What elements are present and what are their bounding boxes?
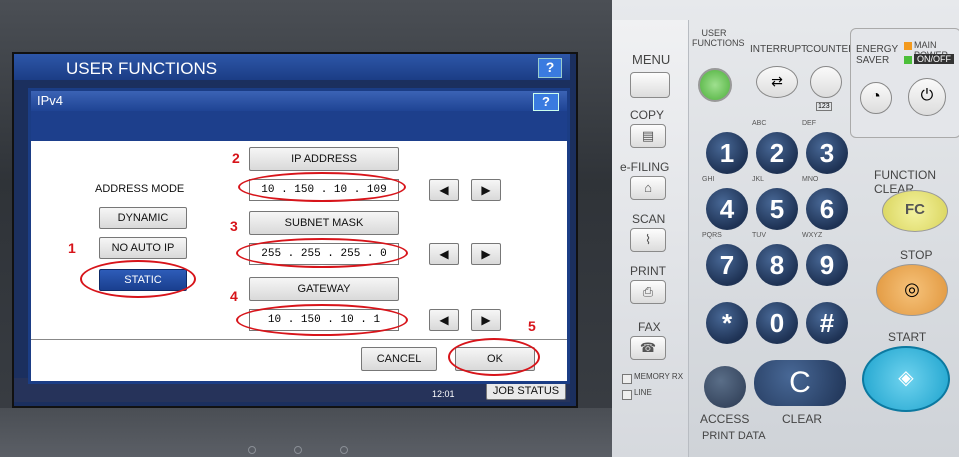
start-label: START (888, 330, 927, 344)
ip-address-right-button[interactable]: ▶ (471, 179, 501, 201)
clear-label: CLEAR (782, 412, 823, 426)
keypad-key[interactable]: * (706, 302, 748, 344)
subnet-mask-right-button[interactable]: ▶ (471, 243, 501, 265)
key-letters-label: MNO (802, 176, 819, 183)
key-letters-label: TUV (752, 232, 766, 239)
dialog-titlebar: IPv4 ? (31, 91, 567, 111)
key-letters-label: GHI (702, 176, 715, 183)
address-mode-label: ADDRESS MODE (95, 183, 185, 195)
line-led (622, 390, 632, 400)
power-button[interactable]: ⏻ (908, 78, 946, 116)
indicator-dot (340, 446, 348, 454)
memory-rx-led (622, 374, 632, 384)
key-letters-label: JKL (752, 176, 765, 183)
on-off-label: ON/OFF (914, 54, 954, 64)
function-clear-button[interactable]: FC (882, 190, 948, 232)
line-label: LINE (634, 388, 652, 397)
annotation-number-2: 2 (232, 150, 240, 166)
keypad-key[interactable]: 1 (706, 132, 748, 174)
key-letters-label: PQRS (702, 232, 722, 239)
keypad-key[interactable]: 9 (806, 244, 848, 286)
indicator-dot (294, 446, 302, 454)
access-button[interactable] (704, 366, 746, 408)
annotation-number-4: 4 (230, 288, 238, 304)
print-data-label: PRINT DATA (702, 430, 766, 442)
menu-label: MENU (632, 52, 671, 67)
stop-label: STOP (900, 248, 933, 262)
energy-saver-button[interactable]: ◔ (860, 82, 892, 114)
access-label: ACCESS (700, 412, 750, 426)
user-functions-title: USER FUNCTIONS (66, 59, 218, 78)
fax-label: FAX (638, 320, 661, 334)
menu-button[interactable] (630, 72, 670, 98)
keypad-key[interactable]: 5 (756, 188, 798, 230)
dynamic-button[interactable]: DYNAMIC (99, 207, 187, 229)
job-status-button[interactable]: JOB STATUS (486, 382, 566, 400)
ip-address-button[interactable]: IP ADDRESS (249, 147, 399, 171)
annotation-number-5: 5 (528, 318, 536, 334)
dialog-title: IPv4 (37, 93, 64, 108)
interrupt-button[interactable]: ⇄ (756, 66, 798, 98)
gateway-left-button[interactable]: ◀ (429, 309, 459, 331)
annotation-ip-ellipse (238, 172, 406, 202)
fax-button[interactable]: ☎ (630, 336, 666, 360)
stop-button[interactable]: ◎ (876, 264, 948, 316)
user-functions-button[interactable] (698, 68, 732, 102)
indicator-dot (248, 446, 256, 454)
on-off-led (904, 56, 912, 64)
print-label: PRINT (630, 264, 666, 278)
scan-button[interactable]: ⌇ (630, 228, 666, 252)
bezel-bottom (0, 408, 612, 457)
annotation-number-3: 3 (230, 218, 238, 234)
memory-rx-label: MEMORY RX (634, 372, 684, 381)
keypad-key[interactable]: # (806, 302, 848, 344)
annotation-number-1: 1 (68, 240, 76, 256)
interrupt-label: INTERRUPT (750, 44, 808, 55)
user-functions-label: USER FUNCTIONS (692, 28, 745, 48)
key-letters-label: ABC (752, 120, 767, 127)
control-panel: MENU COPY ▤ e-FILING ⌂ SCAN ⌇ PRINT ⎙ FA… (612, 0, 959, 457)
key-letters-label: WXYZ (802, 232, 823, 239)
subnet-mask-left-button[interactable]: ◀ (429, 243, 459, 265)
counter-label: COUNTER (806, 44, 856, 55)
ip-address-left-button[interactable]: ◀ (429, 179, 459, 201)
energy-saver-label: ENERGY SAVER (856, 44, 899, 66)
help-button[interactable]: ? (538, 58, 562, 78)
keypad-key[interactable]: 3 (806, 132, 848, 174)
efiling-button[interactable]: ⌂ (630, 176, 666, 200)
subnet-mask-button[interactable]: SUBNET MASK (249, 211, 399, 235)
scan-label: SCAN (632, 212, 666, 226)
annotation-static-ellipse (80, 260, 196, 298)
dialog-help-button[interactable]: ? (533, 93, 559, 111)
key-letters-label: DEF (802, 120, 816, 127)
keypad-key[interactable]: 7 (706, 244, 748, 286)
keypad-key[interactable]: 0 (756, 302, 798, 344)
annotation-ok-ellipse (448, 338, 540, 376)
status-time: 12:01 (432, 389, 455, 399)
keypad-key[interactable]: 8 (756, 244, 798, 286)
gateway-right-button[interactable]: ▶ (471, 309, 501, 331)
keypad-key[interactable]: 2 (756, 132, 798, 174)
cancel-button[interactable]: CANCEL (361, 347, 437, 371)
copy-button[interactable]: ▤ (630, 124, 666, 148)
main-power-led (904, 42, 912, 50)
print-button[interactable]: ⎙ (630, 280, 666, 304)
dialog-header-band (31, 111, 567, 141)
counter-button[interactable] (810, 66, 842, 98)
annotation-subnet-ellipse (236, 238, 408, 268)
annotation-gateway-ellipse (236, 304, 408, 336)
keypad-key[interactable]: 6 (806, 188, 848, 230)
counter-sub-label: 123 (816, 102, 832, 111)
start-button[interactable]: ◈ (862, 346, 950, 412)
clear-button[interactable]: C (754, 360, 846, 406)
user-functions-titlebar: USER FUNCTIONS ? (14, 54, 570, 80)
efiling-label: e-FILING (620, 160, 670, 174)
copy-label: COPY (630, 108, 665, 122)
gateway-button[interactable]: GATEWAY (249, 277, 399, 301)
keypad-key[interactable]: 4 (706, 188, 748, 230)
no-auto-ip-button[interactable]: NO AUTO IP (99, 237, 187, 259)
